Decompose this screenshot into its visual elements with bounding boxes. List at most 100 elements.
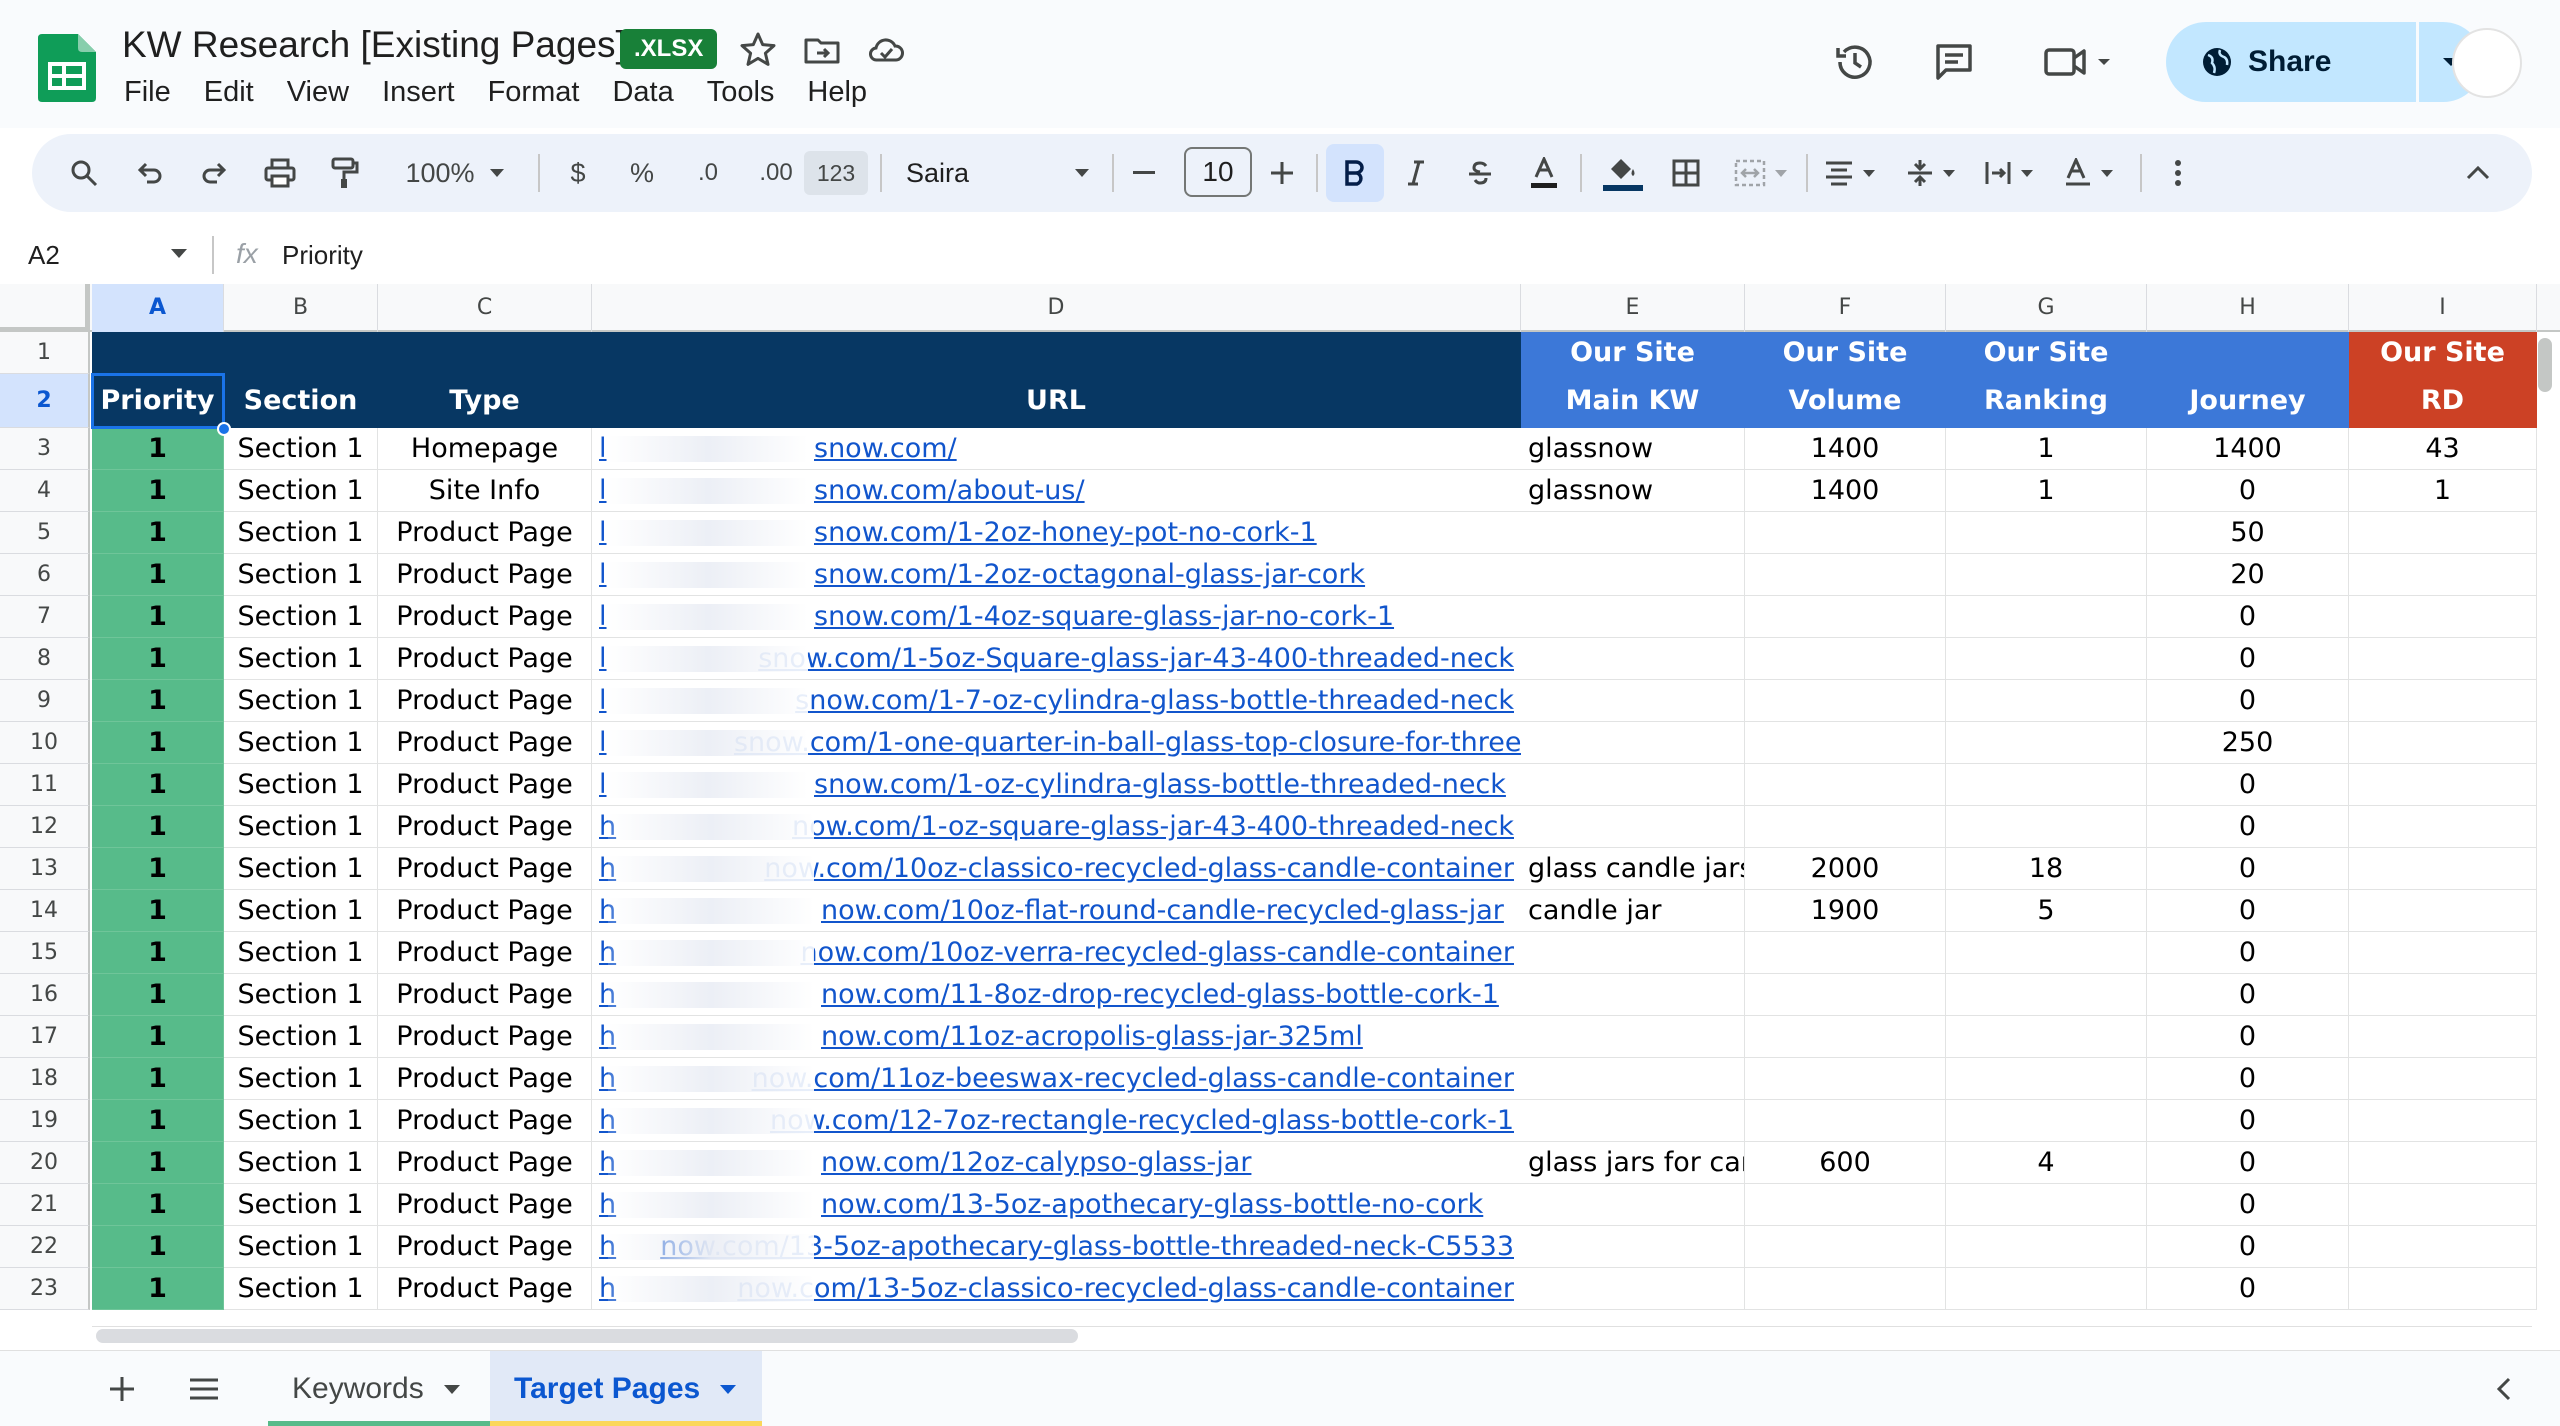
avatar[interactable] [2452, 28, 2522, 98]
main-kw-cell[interactable] [1521, 932, 1745, 974]
section-cell[interactable]: Section 1 [224, 596, 378, 638]
section-cell[interactable]: Section 1 [224, 428, 378, 470]
priority-cell[interactable]: 1 [92, 638, 224, 680]
type-cell[interactable]: Product Page [378, 554, 592, 596]
rd-cell[interactable] [2349, 1058, 2537, 1100]
journey-cell[interactable]: 0 [2147, 596, 2349, 638]
rd-cell[interactable] [2349, 722, 2537, 764]
menu-file[interactable]: File [124, 76, 171, 109]
collapse-menus-icon[interactable] [2456, 151, 2500, 195]
ranking-cell[interactable] [1946, 1016, 2147, 1058]
priority-cell[interactable]: 1 [92, 470, 224, 512]
section-cell[interactable]: Section 1 [224, 1226, 378, 1268]
type-cell[interactable]: Product Page [378, 638, 592, 680]
column-title-priority[interactable]: Priority [92, 374, 224, 428]
section-cell[interactable]: Section 1 [224, 1100, 378, 1142]
ranking-cell[interactable] [1946, 974, 2147, 1016]
ranking-cell[interactable]: 1 [1946, 428, 2147, 470]
main-kw-cell[interactable] [1521, 596, 1745, 638]
url-link-cell[interactable]: hnow.com/10oz-flat-round-candle-recycled… [592, 890, 1521, 932]
journey-cell[interactable]: 0 [2147, 1184, 2349, 1226]
priority-cell[interactable]: 1 [92, 1184, 224, 1226]
row-header[interactable]: 13 [0, 848, 90, 890]
type-cell[interactable]: Product Page [378, 680, 592, 722]
ranking-cell[interactable]: 1 [1946, 470, 2147, 512]
row-header[interactable]: 23 [0, 1268, 90, 1310]
column-header-c[interactable]: C [378, 284, 592, 332]
volume-cell[interactable] [1745, 1184, 1946, 1226]
ranking-cell[interactable] [1946, 512, 2147, 554]
ranking-cell[interactable] [1946, 722, 2147, 764]
journey-cell[interactable]: 0 [2147, 680, 2349, 722]
section-cell[interactable]: Section 1 [224, 512, 378, 554]
volume-cell[interactable] [1745, 806, 1946, 848]
journey-cell[interactable]: 0 [2147, 1226, 2349, 1268]
volume-cell[interactable]: 1400 [1745, 428, 1946, 470]
main-kw-cell[interactable]: glass jars for candles [1521, 1142, 1745, 1184]
format-percent-button[interactable]: % [620, 151, 664, 195]
priority-cell[interactable]: 1 [92, 974, 224, 1016]
rd-cell[interactable] [2349, 974, 2537, 1016]
column-title-url[interactable]: URL [592, 374, 1521, 428]
header-group-cell[interactable]: Our Site [1745, 332, 1946, 374]
chevron-down-icon[interactable] [443, 1384, 460, 1394]
priority-cell[interactable]: 1 [92, 848, 224, 890]
volume-cell[interactable]: 1900 [1745, 890, 1946, 932]
url-link-cell[interactable]: hnow.com/11oz-acropolis-glass-jar-325ml [592, 1016, 1521, 1058]
main-kw-cell[interactable]: glassnow [1521, 470, 1745, 512]
sheets-logo-icon[interactable] [38, 34, 96, 102]
priority-cell[interactable]: 1 [92, 1016, 224, 1058]
main-kw-cell[interactable] [1521, 1226, 1745, 1268]
priority-cell[interactable]: 1 [92, 554, 224, 596]
volume-cell[interactable] [1745, 974, 1946, 1016]
ranking-cell[interactable] [1946, 1184, 2147, 1226]
chevron-down-icon[interactable] [170, 248, 188, 259]
journey-cell[interactable]: 0 [2147, 890, 2349, 932]
journey-cell[interactable]: 0 [2147, 974, 2349, 1016]
row-header[interactable]: 20 [0, 1142, 90, 1184]
type-cell[interactable]: Product Page [378, 764, 592, 806]
url-link-cell[interactable]: hnow.com/10oz-classico-recycled-glass-ca… [592, 848, 1521, 890]
horizontal-scrollbar[interactable] [96, 1329, 1078, 1343]
rd-cell[interactable] [2349, 1142, 2537, 1184]
chevron-down-icon[interactable] [720, 1384, 737, 1394]
type-cell[interactable]: Product Page [378, 890, 592, 932]
rd-cell[interactable] [2349, 596, 2537, 638]
redo-icon[interactable] [192, 151, 236, 195]
column-title-volume[interactable]: Volume [1745, 374, 1946, 428]
fill-handle[interactable] [217, 422, 231, 436]
section-cell[interactable]: Section 1 [224, 1268, 378, 1310]
url-link-cell[interactable]: hnow.com/12-7oz-rectangle-recycled-glass… [592, 1100, 1521, 1142]
column-title-rd[interactable]: RD [2349, 374, 2537, 428]
star-icon[interactable] [738, 30, 778, 70]
section-cell[interactable]: Section 1 [224, 890, 378, 932]
row-header[interactable]: 1 [0, 332, 90, 374]
url-link-cell[interactable]: l snow.com/about-us/ [592, 470, 1521, 512]
main-kw-cell[interactable] [1521, 680, 1745, 722]
meet-video-icon[interactable] [2040, 38, 2120, 86]
row-header[interactable]: 3 [0, 428, 90, 470]
priority-cell[interactable]: 1 [92, 764, 224, 806]
column-header-a[interactable]: A [92, 284, 224, 332]
sheet-tab-keywords[interactable]: Keywords [268, 1351, 490, 1426]
type-cell[interactable]: Product Page [378, 1184, 592, 1226]
url-link-cell[interactable]: l snow.com/1-2oz-octagonal-glass-jar-cork [592, 554, 1521, 596]
url-link-cell[interactable]: l snow.com/ [592, 428, 1521, 470]
row-header[interactable]: 15 [0, 932, 90, 974]
priority-cell[interactable]: 1 [92, 680, 224, 722]
explore-collapse-icon[interactable] [2480, 1365, 2528, 1413]
spreadsheet-grid[interactable]: ABCDEFGHI 1 2 3 4 5 6 7 8 9 10 11 12 13 14 15 16 17 18 19 2… [0, 284, 2560, 1324]
column-title-main-kw[interactable]: Main KW [1521, 374, 1745, 428]
journey-cell[interactable]: 0 [2147, 1142, 2349, 1184]
priority-cell[interactable]: 1 [92, 512, 224, 554]
priority-cell[interactable]: 1 [92, 890, 224, 932]
volume-cell[interactable] [1745, 596, 1946, 638]
priority-cell[interactable]: 1 [92, 1058, 224, 1100]
vertical-align-select[interactable] [1896, 151, 1966, 195]
section-cell[interactable]: Section 1 [224, 806, 378, 848]
type-cell[interactable]: Homepage [378, 428, 592, 470]
decrease-font-size-button[interactable] [1122, 151, 1166, 195]
priority-cell[interactable]: 1 [92, 428, 224, 470]
column-header-i[interactable]: I [2349, 284, 2537, 332]
rd-cell[interactable] [2349, 638, 2537, 680]
